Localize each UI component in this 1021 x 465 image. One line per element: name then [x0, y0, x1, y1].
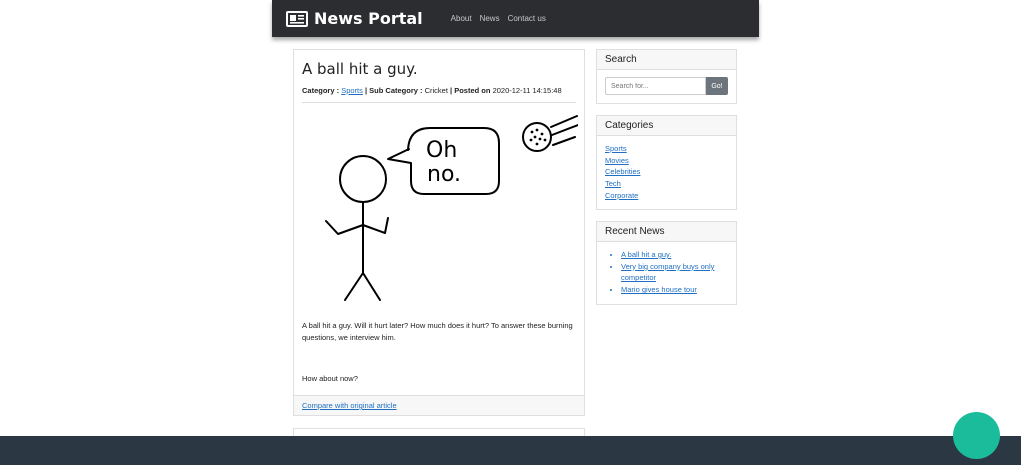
search-widget: Search Go! [596, 49, 737, 104]
recent-news-link-2[interactable]: Very big company buys only competitor [621, 262, 714, 283]
compare-original-link[interactable]: Compare with original article [302, 401, 397, 410]
nav-link-news[interactable]: News [480, 14, 500, 23]
list-item: Mario gives house tour [621, 284, 728, 296]
top-navbar: News Portal About News Contact us [272, 0, 759, 37]
recent-news-link-3[interactable]: Mario gives house tour [621, 285, 697, 294]
posted-label: | Posted on [450, 86, 491, 95]
ball-icon [522, 122, 552, 152]
recent-news-link-1[interactable]: A ball hit a guy. [621, 250, 671, 259]
post-footer: Compare with original article [294, 395, 584, 415]
nav-link-about[interactable]: About [451, 14, 472, 23]
stickman-body [325, 201, 389, 301]
search-go-button[interactable]: Go! [706, 77, 728, 95]
post-paragraph-1: A ball hit a guy. Will it hurt later? Ho… [302, 321, 573, 342]
speech-line-1: Oh [426, 138, 457, 163]
post-meta: Category : Sports | Sub Category : Crick… [302, 86, 576, 95]
list-item: A ball hit a guy. [621, 249, 728, 261]
category-link-sports[interactable]: Sports [605, 144, 627, 153]
list-item: Corporate [605, 190, 728, 202]
category-label: Category : [302, 86, 340, 95]
category-link-tech[interactable]: Tech [605, 179, 621, 188]
search-title: Search [597, 50, 736, 70]
subcategory-value: Cricket [424, 86, 448, 95]
post-image-comic: Oh no. [325, 115, 579, 301]
next-post-card [293, 428, 585, 436]
motion-lines [550, 115, 579, 146]
list-item: Very big company buys only competitor [621, 261, 728, 284]
divider [302, 102, 576, 103]
posted-date: 2020-12-11 14:15:48 [492, 86, 562, 95]
stickman-head [339, 155, 387, 203]
list-item: Tech [605, 178, 728, 190]
category-link[interactable]: Sports [341, 86, 363, 95]
recent-news-title: Recent News [597, 222, 736, 242]
newspaper-icon [286, 10, 308, 27]
brand-title: News Portal [314, 9, 423, 28]
post-title: A ball hit a guy. [302, 60, 418, 78]
nav-links: About News Contact us [451, 14, 554, 23]
recent-news-widget: Recent News A ball hit a guy. Very big c… [596, 221, 737, 305]
brand-link[interactable]: News Portal [286, 9, 423, 28]
recent-news-list: A ball hit a guy. Very big company buys … [597, 242, 736, 303]
list-item: Sports [605, 143, 728, 155]
categories-widget: Categories Sports Movies Celebrities Tec… [596, 115, 737, 210]
subcategory-label: | Sub Category : [364, 86, 423, 95]
post-body: A ball hit a guy. Category : Sports | Su… [294, 50, 584, 391]
categories-title: Categories [597, 116, 736, 136]
list-item: Movies [605, 155, 728, 167]
categories-list: Sports Movies Celebrities Tech Corporate [597, 136, 736, 209]
floating-action-button[interactable] [953, 412, 1000, 459]
category-link-corporate[interactable]: Corporate [605, 191, 638, 200]
search-input[interactable] [605, 77, 706, 95]
search-row: Go! [597, 70, 736, 102]
category-link-movies[interactable]: Movies [605, 156, 629, 165]
category-link-celebrities[interactable]: Celebrities [605, 167, 640, 176]
nav-link-contact[interactable]: Contact us [508, 14, 546, 23]
post-card: A ball hit a guy. Category : Sports | Su… [293, 49, 585, 416]
list-item: Celebrities [605, 166, 728, 178]
post-paragraph-2: How about now? [302, 374, 358, 383]
speech-line-2: no. [427, 162, 461, 187]
page-footer [0, 436, 1021, 465]
